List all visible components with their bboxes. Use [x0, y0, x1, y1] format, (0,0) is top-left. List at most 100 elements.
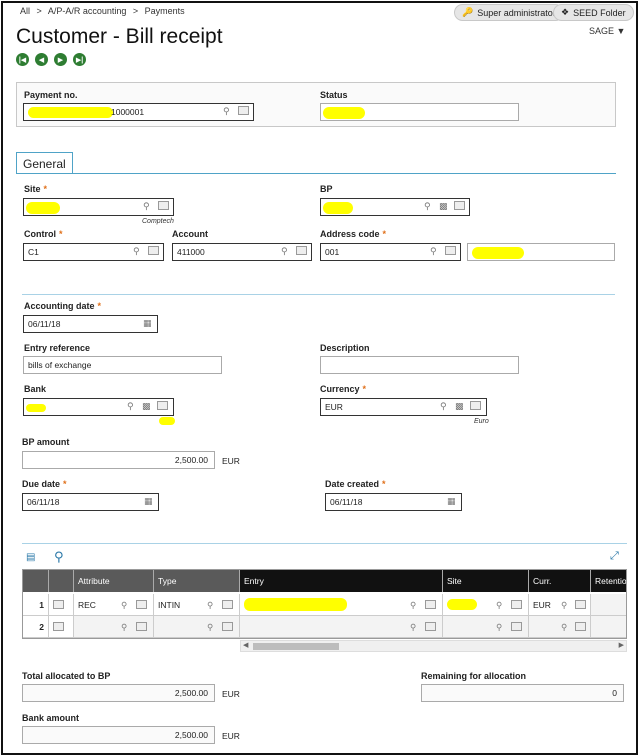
- lookup-icon[interactable]: [511, 600, 522, 611]
- breadcrumb-all[interactable]: All: [20, 6, 30, 16]
- lookup-icon[interactable]: [470, 401, 481, 412]
- lookup-icon[interactable]: [136, 622, 147, 633]
- record-navigation: |◀ ◀ ▶ ▶|: [16, 53, 86, 66]
- date-created-field[interactable]: 06/11/18 ▦: [325, 493, 462, 511]
- lookup-icon[interactable]: [136, 600, 147, 611]
- scroll-left-icon[interactable]: ◀: [243, 641, 248, 649]
- grid-search-icon[interactable]: ⚲: [54, 549, 64, 565]
- lookup-icon[interactable]: [158, 201, 169, 212]
- bank-field[interactable]: ⚲ ▩: [23, 398, 174, 416]
- grid-header-type[interactable]: Type: [154, 570, 240, 592]
- row-action-icon[interactable]: [49, 616, 74, 638]
- folder-button[interactable]: ❖ SEED Folder: [553, 4, 634, 21]
- sage-menu[interactable]: SAGE ▼: [589, 26, 625, 36]
- breadcrumb-payments[interactable]: Payments: [145, 6, 185, 16]
- grid-header-site[interactable]: Site: [443, 570, 529, 592]
- lookup-icon[interactable]: [575, 600, 586, 611]
- grid-cell-retention[interactable]: [591, 594, 626, 616]
- previous-record-icon[interactable]: ◀: [35, 53, 48, 66]
- grid-header-entry[interactable]: Entry: [240, 570, 443, 592]
- search-icon[interactable]: ⚲: [143, 201, 150, 212]
- currency-value: EUR: [325, 402, 343, 412]
- site-field[interactable]: ⚲: [23, 198, 174, 216]
- lookup-icon[interactable]: [575, 622, 586, 633]
- lookup-icon[interactable]: [425, 622, 436, 633]
- create-icon[interactable]: ▩: [439, 201, 448, 212]
- entry-reference-field[interactable]: bills of exchange: [23, 356, 222, 374]
- search-icon[interactable]: ⚲: [207, 622, 213, 633]
- next-record-icon[interactable]: ▶: [54, 53, 67, 66]
- grid-cell-type[interactable]: ⚲: [154, 616, 240, 638]
- lookup-icon[interactable]: [425, 600, 436, 611]
- control-field[interactable]: C1 ⚲: [23, 243, 164, 261]
- lookup-icon[interactable]: [222, 600, 233, 611]
- search-icon[interactable]: ⚲: [496, 622, 502, 633]
- calendar-icon[interactable]: ▦: [144, 496, 153, 507]
- grid-cell-attribute[interactable]: REC ⚲: [74, 594, 154, 616]
- total-allocated-label: Total allocated to BP: [22, 671, 111, 681]
- grid-header-attribute[interactable]: Attribute: [74, 570, 154, 592]
- lookup-icon[interactable]: [157, 401, 168, 412]
- search-icon[interactable]: ⚲: [127, 401, 134, 412]
- search-icon[interactable]: ⚲: [410, 600, 416, 611]
- scrollbar-thumb[interactable]: [253, 643, 339, 650]
- calendar-icon[interactable]: ▦: [143, 318, 152, 329]
- create-icon[interactable]: ▩: [142, 401, 151, 412]
- address-code-field[interactable]: 001 ⚲: [320, 243, 461, 261]
- grid-cell-attribute[interactable]: ⚲: [74, 616, 154, 638]
- search-icon[interactable]: ⚲: [133, 246, 140, 257]
- lookup-icon[interactable]: [445, 246, 456, 257]
- tab-underline: [16, 173, 616, 174]
- grid-cell-currency[interactable]: ⚲: [529, 616, 591, 638]
- lookup-icon[interactable]: [296, 246, 307, 257]
- lookup-icon[interactable]: [148, 246, 159, 257]
- grid-cell-site[interactable]: ⚲: [443, 616, 529, 638]
- search-icon[interactable]: ⚲: [223, 106, 230, 117]
- due-date-field[interactable]: 06/11/18 ▦: [22, 493, 159, 511]
- bank-amount-field: 2,500.00: [22, 726, 215, 744]
- search-icon[interactable]: ⚲: [561, 622, 567, 633]
- calendar-icon[interactable]: ▦: [447, 496, 456, 507]
- create-icon[interactable]: ▩: [455, 401, 464, 412]
- account-field[interactable]: 411000 ⚲: [172, 243, 312, 261]
- lookup-icon[interactable]: [511, 622, 522, 633]
- currency-field[interactable]: EUR ⚲ ▩: [320, 398, 487, 416]
- highlight-mark: [159, 417, 175, 425]
- grid-cell-entry[interactable]: ⚲: [240, 594, 443, 616]
- search-icon[interactable]: ⚲: [440, 401, 447, 412]
- user-button[interactable]: 🔑 Super administrator: [454, 4, 564, 21]
- search-icon[interactable]: ⚲: [424, 201, 431, 212]
- scroll-right-icon[interactable]: ▶: [619, 641, 624, 649]
- grid-horizontal-scrollbar[interactable]: ◀ ▶: [240, 640, 627, 652]
- breadcrumb-ap-ar[interactable]: A/P-A/R accounting: [48, 6, 127, 16]
- search-icon[interactable]: ⚲: [121, 600, 127, 611]
- grid-cell-type[interactable]: INTIN ⚲: [154, 594, 240, 616]
- search-icon[interactable]: ⚲: [410, 622, 416, 633]
- lookup-icon[interactable]: [222, 622, 233, 633]
- bp-field[interactable]: ⚲ ▩: [320, 198, 470, 216]
- first-record-icon[interactable]: |◀: [16, 53, 29, 66]
- grid-cell-entry[interactable]: ⚲: [240, 616, 443, 638]
- grid-header-currency[interactable]: Curr.: [529, 570, 591, 592]
- search-icon[interactable]: ⚲: [430, 246, 437, 257]
- search-icon[interactable]: ⚲: [496, 600, 502, 611]
- search-icon[interactable]: ⚲: [121, 622, 127, 633]
- tab-general[interactable]: General: [16, 152, 73, 174]
- lookup-icon[interactable]: [454, 201, 465, 212]
- search-icon[interactable]: ⚲: [561, 600, 567, 611]
- grid-options-icon[interactable]: ▤: [26, 552, 35, 563]
- description-field[interactable]: [320, 356, 519, 374]
- grid-cell-retention[interactable]: [591, 616, 626, 638]
- grid-cell-site[interactable]: ⚲: [443, 594, 529, 616]
- last-record-icon[interactable]: ▶|: [73, 53, 86, 66]
- grid-header-retention[interactable]: Retentio: [591, 570, 626, 592]
- accounting-date-field[interactable]: 06/11/18 ▦: [23, 315, 158, 333]
- search-icon[interactable]: ⚲: [281, 246, 288, 257]
- grid-cell-currency[interactable]: EUR ⚲: [529, 594, 591, 616]
- payment-no-field[interactable]: 1000001 ⚲: [23, 103, 254, 121]
- highlight-mark: [244, 598, 347, 611]
- lookup-icon[interactable]: [238, 106, 249, 117]
- row-action-icon[interactable]: [49, 594, 74, 616]
- search-icon[interactable]: ⚲: [207, 600, 213, 611]
- expand-icon[interactable]: ⤢: [610, 550, 619, 563]
